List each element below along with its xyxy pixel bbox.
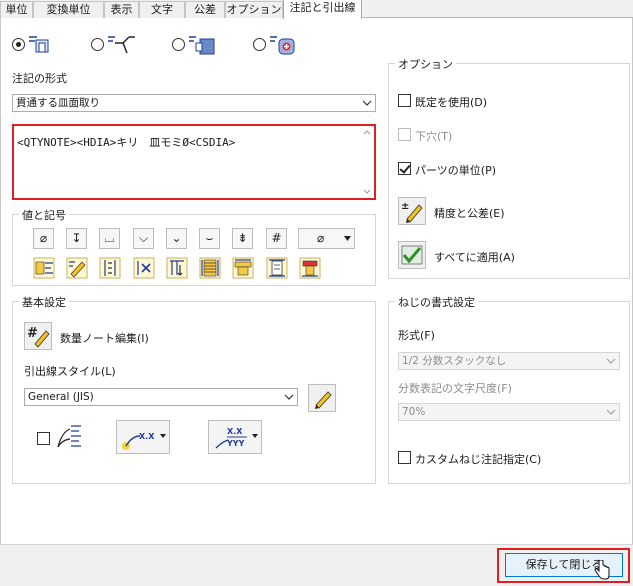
custom-thread-note-checkbox[interactable] (398, 451, 411, 464)
depth-symbol-button[interactable]: ↧ (66, 228, 87, 249)
values-symbols-title: 値と記号 (19, 207, 69, 223)
apply-all-icon (401, 245, 423, 265)
spotface-icon[interactable] (266, 257, 288, 279)
chevron-symbol-button[interactable]: ⌄ (166, 228, 187, 249)
precision-pencil-icon: ± (401, 201, 423, 223)
chevron-down-icon (362, 100, 372, 106)
hole-depth-icon[interactable] (99, 257, 121, 279)
part-units-checkbox[interactable] (398, 162, 411, 175)
diameter-dropdown-value: ⌀ (317, 231, 325, 245)
punch-note-icon (270, 36, 295, 55)
hand-cursor-icon (594, 560, 610, 580)
leader-text-style-button[interactable]: X.X (116, 420, 170, 454)
leader-xx-text: X.X (139, 432, 155, 441)
apply-all-label: すべてに適用(A) (434, 251, 515, 264)
diameter-dropdown-button[interactable]: ⌀ (298, 228, 355, 249)
counterbore-symbol-button[interactable]: ⌴ (99, 228, 120, 249)
countersink-symbol-button[interactable]: ⌵ (133, 228, 154, 249)
note-type-radio-thread[interactable] (91, 38, 104, 51)
qty-note-edit-label: 数量ノート編集(I) (60, 332, 149, 345)
apply-all-button[interactable] (398, 241, 426, 269)
qty-note-edit-button[interactable]: # (24, 322, 52, 350)
leader-xx-yyy-top: X.X (227, 427, 243, 436)
tab-units[interactable]: 単位 (0, 1, 33, 18)
leader-style-edit-button[interactable] (308, 384, 336, 412)
number-symbol-button[interactable]: # (266, 228, 287, 249)
tab-display[interactable]: 表示 (104, 1, 139, 18)
tab-bar: 単位 変換単位 表示 文字 公差 オプション 注記と引出線 (0, 0, 633, 19)
note-type-radio-punch[interactable] (253, 38, 266, 51)
fraction-scale-dropdown[interactable]: 70% (398, 403, 620, 421)
leader-stack-text-style-button[interactable]: X.X YYY (208, 420, 262, 454)
note-type-radio-chamfer[interactable] (172, 38, 185, 51)
chevron-down-icon (606, 358, 616, 364)
cbore-diameter-icon[interactable] (232, 257, 254, 279)
thread-format-value: 1/2 分数スタックなし (402, 355, 507, 367)
leader-style-value: General (JIS) (28, 391, 94, 403)
custom-thread-note-label: カスタムねじ注記指定(C) (415, 453, 542, 466)
fraction-scale-label: 分数表記の文字尺度(F) (398, 382, 512, 395)
note-format-label: 注記の形式 (12, 72, 67, 85)
chevron-down-icon (160, 434, 166, 438)
countersink-diameter-icon[interactable] (299, 257, 321, 279)
leader-xx-yyy-icon: X.X YYY (215, 427, 247, 449)
prepared-hole-checkbox[interactable] (398, 128, 411, 141)
tab-text[interactable]: 文字 (139, 1, 185, 18)
note-format-text: <QTYNOTE><HDIA>キリ 皿モミØ<CSDIA> (17, 136, 236, 149)
use-default-checkbox[interactable] (398, 94, 411, 107)
thread-note-icon (108, 36, 135, 54)
down-arrow-symbol-button[interactable]: ⇟ (232, 228, 253, 249)
leader-style-label: 引出線スタイル(L) (24, 365, 116, 378)
number-pencil-icon: # (27, 326, 50, 348)
hole-diameter-icon[interactable] (33, 257, 55, 279)
thread-depth-icon[interactable] (133, 257, 155, 279)
note-format-value: 貫通する皿面取り (16, 97, 100, 109)
part-units-label: パーツの単位(P) (415, 164, 496, 177)
svg-text:±: ± (401, 201, 409, 212)
pencil-icon (315, 391, 332, 409)
precision-tolerance-label: 精度と公差(E) (434, 207, 505, 220)
leader-style-dropdown[interactable]: General (JIS) (24, 388, 298, 406)
note-type-radio-hole[interactable] (12, 38, 25, 51)
precision-tolerance-button[interactable]: ± (398, 197, 426, 225)
leader-stack-checkbox[interactable] (37, 432, 50, 445)
thread-format-label: 形式(F) (398, 329, 435, 342)
use-default-label: 既定を使用(D) (415, 96, 488, 109)
prepared-hole-label: 下穴(T) (415, 130, 453, 143)
tab-options[interactable]: オプション (225, 1, 283, 18)
leader-xx-yyy-bottom: YYY (226, 439, 245, 448)
hole-note-icon (29, 36, 49, 53)
tab-notes-and-leaders[interactable]: 注記と引出線 (283, 0, 362, 19)
vertical-scrollbar[interactable] (362, 128, 372, 196)
leader-xx-icon: X.X (122, 432, 155, 450)
chevron-down-icon (284, 394, 294, 400)
basic-settings-title: 基本設定 (19, 294, 69, 310)
chevron-down-icon (252, 434, 258, 438)
counterbore-depth-icon[interactable] (166, 257, 188, 279)
leader-stack-icon (57, 425, 81, 448)
tab-alternate-units[interactable]: 変換単位 (33, 1, 104, 18)
fraction-scale-value: 70% (402, 406, 426, 418)
diameter-symbol-button[interactable]: ⌀ (33, 228, 54, 249)
note-format-text-area[interactable]: <QTYNOTE><HDIA>キリ 皿モミØ<CSDIA> (12, 124, 376, 200)
tab-tolerance[interactable]: 公差 (185, 1, 225, 18)
options-group-title: オプション (395, 56, 456, 72)
thread-format-title: ねじの書式設定 (395, 294, 478, 310)
arc-symbol-button[interactable]: ⌣ (199, 228, 220, 249)
chamfer-note-icon (189, 36, 215, 55)
note-format-dropdown[interactable]: 貫通する皿面取り (12, 94, 376, 112)
chevron-down-icon (606, 409, 616, 415)
thread-designation-icon[interactable] (199, 257, 221, 279)
thread-edit-icon[interactable] (66, 257, 88, 279)
chevron-down-icon (344, 236, 351, 241)
svg-text:#: # (27, 326, 38, 341)
thread-format-dropdown[interactable]: 1/2 分数スタックなし (398, 352, 620, 370)
